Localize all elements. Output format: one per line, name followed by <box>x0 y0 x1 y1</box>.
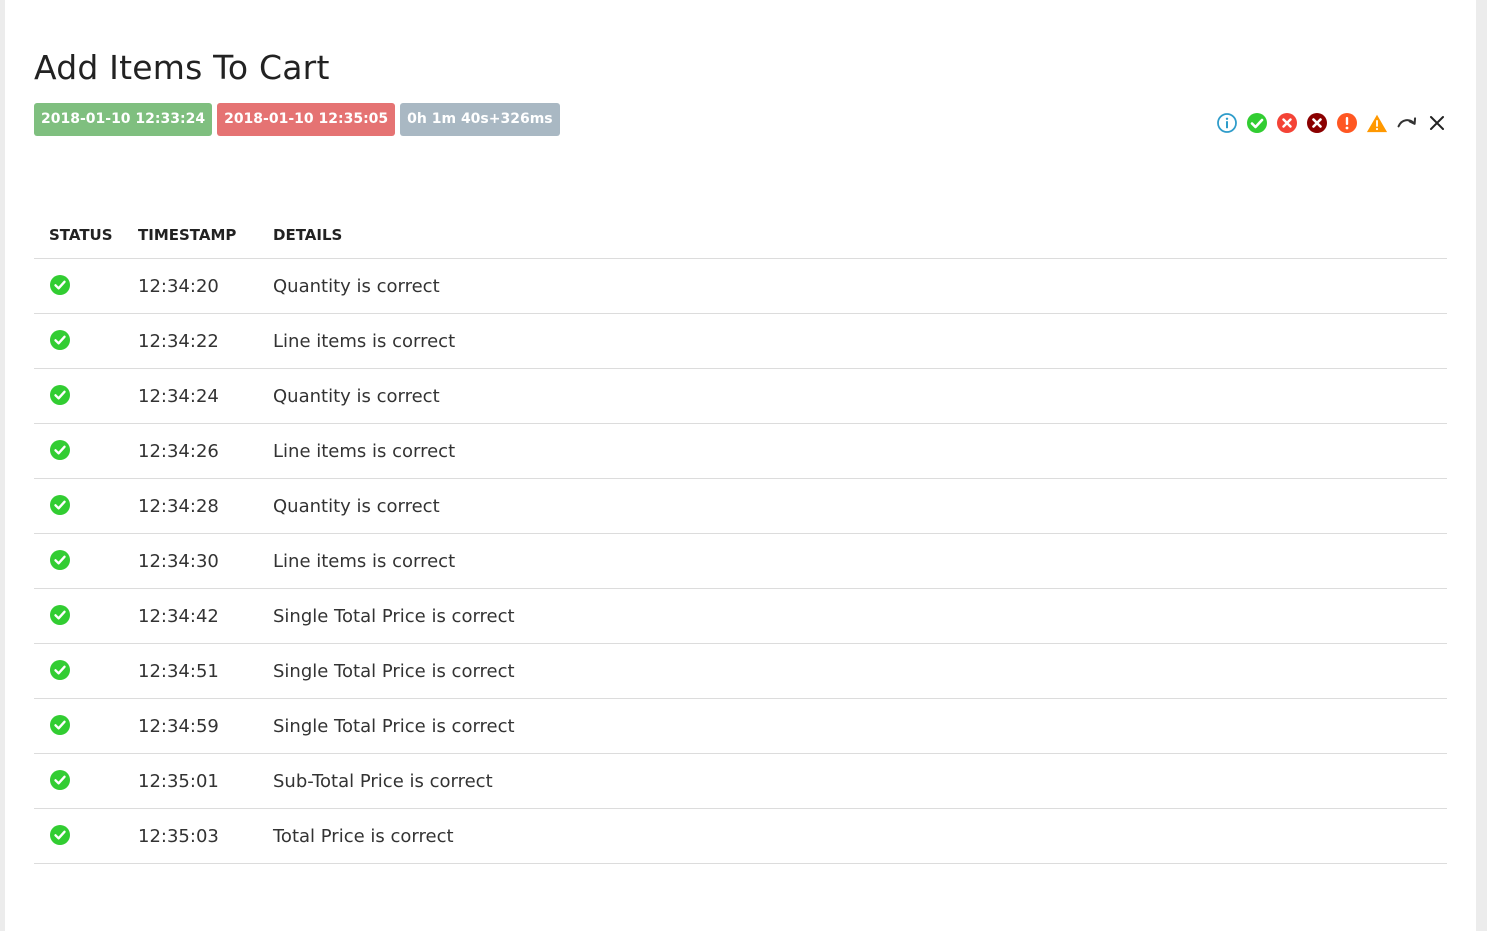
log-table: STATUS TIMESTAMP DETAILS 12:34:20 Quantit… <box>34 211 1447 864</box>
timestamp-cell: 12:34:51 <box>123 643 258 699</box>
filter-info-icon[interactable] <box>1216 110 1238 136</box>
details-cell: Quantity is correct <box>258 478 1447 534</box>
header-details: DETAILS <box>258 211 1447 259</box>
table-row: 12:34:28 Quantity is correct <box>34 478 1447 534</box>
timestamp-cell: 12:35:01 <box>123 753 258 809</box>
details-cell: Quantity is correct <box>258 368 1447 424</box>
pass-check-icon <box>50 715 70 735</box>
filter-pass-icon[interactable] <box>1246 110 1268 136</box>
status-cell <box>34 313 123 369</box>
table-row: 12:34:30 Line items is correct <box>34 533 1447 589</box>
log-table-body: 12:34:20 Quantity is correct 12:34:22 Line … <box>34 258 1447 864</box>
pass-check-icon <box>50 495 70 515</box>
details-cell: Single Total Price is correct <box>258 643 1447 699</box>
header-timestamp: TIMESTAMP <box>123 211 258 259</box>
filter-warning-icon[interactable] <box>1366 110 1388 136</box>
timestamp-cell: 12:34:22 <box>123 313 258 369</box>
status-filters <box>1216 110 1448 136</box>
pass-check-icon <box>50 385 70 405</box>
timestamp-cell: 12:34:59 <box>123 698 258 754</box>
pass-check-icon <box>50 660 70 680</box>
details-cell: Single Total Price is correct <box>258 588 1447 644</box>
status-cell <box>34 258 123 314</box>
pass-check-icon <box>50 275 70 295</box>
filter-fatal-icon[interactable] <box>1306 110 1328 136</box>
details-cell: Line items is correct <box>258 313 1447 369</box>
details-cell: Line items is correct <box>258 533 1447 589</box>
details-cell: Sub-Total Price is correct <box>258 753 1447 809</box>
table-row: 12:34:22 Line items is correct <box>34 313 1447 369</box>
table-row: 12:35:01 Sub-Total Price is correct <box>34 753 1447 809</box>
table-row: 12:34:26 Line items is correct <box>34 423 1447 479</box>
pass-check-icon <box>50 330 70 350</box>
status-cell <box>34 423 123 479</box>
timestamp-cell: 12:34:30 <box>123 533 258 589</box>
pass-check-icon <box>50 770 70 790</box>
table-row: 12:34:24 Quantity is correct <box>34 368 1447 424</box>
filter-skip-icon[interactable] <box>1396 110 1418 136</box>
header-status: STATUS <box>34 211 123 259</box>
timestamp-cell: 12:34:26 <box>123 423 258 479</box>
table-row: 12:34:42 Single Total Price is correct <box>34 588 1447 644</box>
timestamp-cell: 12:34:28 <box>123 478 258 534</box>
start-time-badge: 2018-01-10 12:33:24 <box>34 103 213 136</box>
clear-filter-icon[interactable] <box>1426 110 1448 136</box>
timestamp-cell: 12:35:03 <box>123 808 258 864</box>
pass-check-icon <box>50 605 70 625</box>
pass-check-icon <box>50 550 70 570</box>
pass-check-icon <box>50 825 70 845</box>
details-cell: Total Price is correct <box>258 808 1447 864</box>
details-cell: Quantity is correct <box>258 258 1447 314</box>
details-cell: Single Total Price is correct <box>258 698 1447 754</box>
test-title: Add Items To Cart <box>34 48 330 87</box>
status-cell <box>34 753 123 809</box>
table-row: 12:34:59 Single Total Price is correct <box>34 698 1447 754</box>
timestamp-cell: 12:34:24 <box>123 368 258 424</box>
test-detail-panel: Add Items To Cart 2018-01-10 12:33:24 20… <box>5 0 1476 931</box>
duration-badge: 0h 1m 40s+326ms <box>400 103 560 136</box>
pass-check-icon <box>50 440 70 460</box>
timestamp-cell: 12:34:42 <box>123 588 258 644</box>
filter-fail-icon[interactable] <box>1276 110 1298 136</box>
details-cell: Line items is correct <box>258 423 1447 479</box>
status-cell <box>34 643 123 699</box>
status-cell <box>34 808 123 864</box>
status-cell <box>34 368 123 424</box>
table-row: 12:34:20 Quantity is correct <box>34 258 1447 314</box>
table-header-row: STATUS TIMESTAMP DETAILS <box>34 211 1447 259</box>
time-badges: 2018-01-10 12:33:24 2018-01-10 12:35:05 … <box>34 103 560 136</box>
timestamp-cell: 12:34:20 <box>123 258 258 314</box>
table-row: 12:34:51 Single Total Price is correct <box>34 643 1447 699</box>
status-cell <box>34 698 123 754</box>
status-cell <box>34 588 123 644</box>
end-time-badge: 2018-01-10 12:35:05 <box>217 103 396 136</box>
status-cell <box>34 533 123 589</box>
status-cell <box>34 478 123 534</box>
table-row: 12:35:03 Total Price is correct <box>34 808 1447 864</box>
filter-error-icon[interactable] <box>1336 110 1358 136</box>
